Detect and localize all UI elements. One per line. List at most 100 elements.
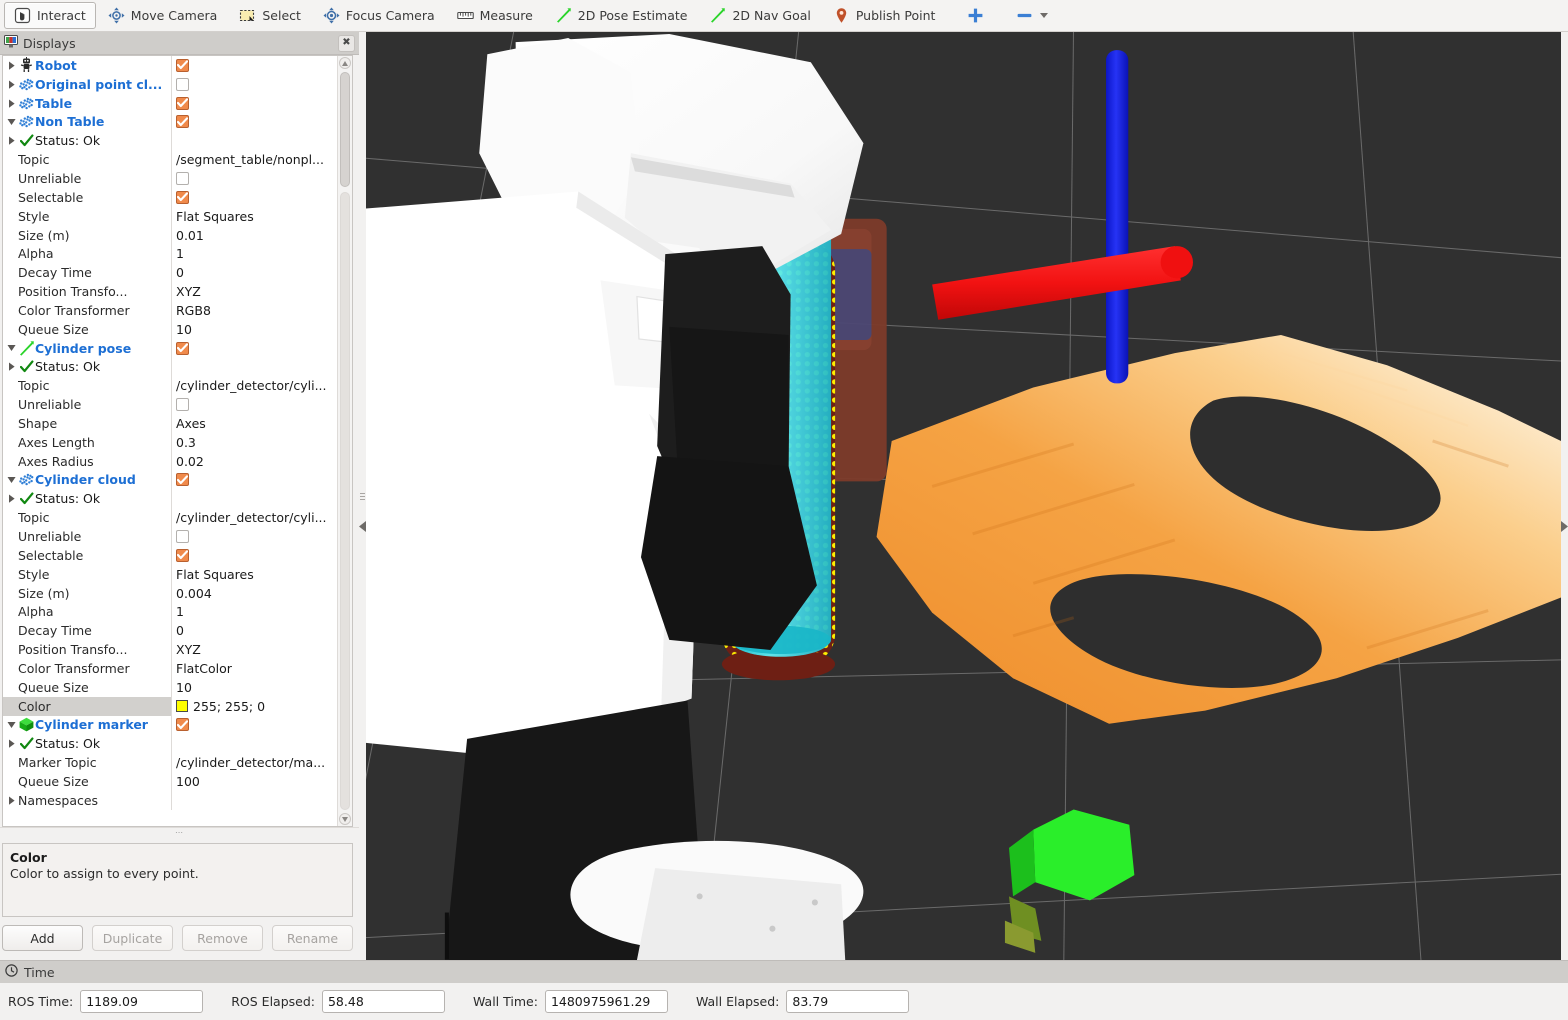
chevron-right-icon[interactable] bbox=[5, 136, 18, 145]
displays-tree-scrollbar[interactable] bbox=[337, 56, 352, 826]
tree-row-value[interactable]: 10 bbox=[171, 677, 337, 697]
tree-row-value[interactable]: XYZ bbox=[171, 640, 337, 659]
tree-row-value[interactable] bbox=[171, 545, 337, 565]
tree-row-size-m[interactable]: Size (m) 0.01 bbox=[3, 225, 337, 245]
chevron-right-icon[interactable] bbox=[5, 80, 18, 89]
time-field-input-wall-elapsed[interactable] bbox=[786, 990, 910, 1013]
toolbar-button-2d-nav-goal[interactable]: 2D Nav Goal bbox=[699, 2, 820, 29]
tree-row-selectable[interactable]: Selectable bbox=[3, 545, 337, 565]
checkbox-unreliable[interactable] bbox=[176, 530, 189, 544]
scrollbar-track-lower[interactable] bbox=[340, 192, 350, 810]
checkbox-selectable[interactable] bbox=[176, 548, 189, 562]
toolbar-button-publish-point[interactable]: Publish Point bbox=[823, 2, 946, 29]
checkbox-selectable[interactable] bbox=[176, 190, 189, 204]
chevron-right-icon[interactable] bbox=[5, 61, 18, 70]
tree-row-value[interactable]: XYZ bbox=[171, 282, 337, 301]
chevron-right-icon[interactable] bbox=[5, 99, 18, 108]
tree-row-namespaces[interactable]: Namespaces bbox=[3, 790, 337, 810]
tree-row-value[interactable]: 0 bbox=[171, 263, 337, 283]
tree-row-value[interactable]: 0.01 bbox=[171, 225, 337, 245]
tree-row-status-ok[interactable]: Status: Ok bbox=[3, 489, 337, 509]
color-swatch[interactable] bbox=[176, 700, 188, 713]
checkbox-table[interactable] bbox=[176, 96, 189, 110]
tree-row-value[interactable]: /cylinder_detector/cyli... bbox=[171, 376, 337, 396]
displays-tree[interactable]: Robot Original point cl... Table Non Table S… bbox=[3, 56, 337, 826]
tree-row-value[interactable]: 1 bbox=[171, 602, 337, 622]
tree-row-value[interactable]: /cylinder_detector/cyli... bbox=[171, 508, 337, 528]
tree-row-queue-size[interactable]: Queue Size 10 bbox=[3, 319, 337, 339]
tree-row-cylinder-pose[interactable]: Cylinder pose bbox=[3, 338, 337, 358]
tree-row-style[interactable]: Style Flat Squares bbox=[3, 564, 337, 584]
tree-row-alpha[interactable]: Alpha 1 bbox=[3, 244, 337, 264]
tree-row-marker-topic[interactable]: Marker Topic/cylinder_detector/ma... bbox=[3, 753, 337, 773]
tree-row-value[interactable]: Flat Squares bbox=[171, 564, 337, 584]
tree-row-value[interactable] bbox=[171, 527, 337, 546]
add-button[interactable]: Add bbox=[2, 925, 83, 951]
tree-row-value[interactable]: 100 bbox=[171, 772, 337, 791]
tree-row-value[interactable]: Flat Squares bbox=[171, 206, 337, 226]
toolbar-button-2d-pose-estimate[interactable]: 2D Pose Estimate bbox=[545, 2, 698, 29]
tree-row-value[interactable]: FlatColor bbox=[171, 659, 337, 678]
tree-row-value[interactable]: 0.02 bbox=[171, 451, 337, 471]
chevron-right-icon[interactable] bbox=[5, 362, 18, 372]
displays-tree-hscroll[interactable]: ⋯ bbox=[0, 827, 359, 837]
checkbox-non-table[interactable] bbox=[176, 115, 189, 129]
tree-row-position-transfo[interactable]: Position Transfo... XYZ bbox=[3, 282, 337, 301]
tree-row-value[interactable] bbox=[171, 470, 337, 490]
tree-row-size-m[interactable]: Size (m) 0.004 bbox=[3, 583, 337, 603]
tree-row-selectable[interactable]: Selectable bbox=[3, 187, 337, 207]
close-icon[interactable]: ✖ bbox=[338, 34, 355, 52]
tree-row-color-transformer[interactable]: Color Transformer FlatColor bbox=[3, 659, 337, 678]
tree-row-value[interactable]: 0 bbox=[171, 621, 337, 641]
triangle-right-icon[interactable] bbox=[1561, 520, 1568, 535]
scroll-up-icon[interactable] bbox=[339, 57, 351, 69]
toolbar-button-move-camera[interactable]: Move Camera bbox=[98, 2, 228, 29]
tree-row-queue-size[interactable]: Queue Size 10 bbox=[3, 677, 337, 697]
tree-row-color[interactable]: Color 255; 255; 0 bbox=[3, 696, 337, 716]
tree-row-non-table[interactable]: Non Table bbox=[3, 112, 337, 132]
chevron-down-icon[interactable] bbox=[5, 344, 18, 352]
tree-row-value[interactable]: RGB8 bbox=[171, 300, 337, 320]
tree-row-table[interactable]: Table bbox=[3, 93, 337, 113]
tree-row-queue-size[interactable]: Queue Size 100 bbox=[3, 772, 337, 791]
checkbox-unreliable[interactable] bbox=[176, 398, 189, 412]
checkbox-original-point-cl[interactable] bbox=[176, 77, 189, 91]
toolbar-button-focus-camera[interactable]: Focus Camera bbox=[313, 2, 445, 29]
checkbox-cylinder-cloud[interactable] bbox=[176, 473, 189, 487]
tree-row-value[interactable]: /cylinder_detector/ma... bbox=[171, 753, 337, 773]
chevron-right-icon[interactable] bbox=[5, 494, 18, 504]
tree-row-value[interactable] bbox=[171, 169, 337, 188]
time-field-input-ros-elapsed[interactable] bbox=[321, 990, 445, 1013]
tree-row-value[interactable]: 0.004 bbox=[171, 583, 337, 603]
panel-splitter[interactable] bbox=[359, 32, 366, 960]
tree-row-status-ok[interactable]: Status: Ok bbox=[3, 734, 337, 754]
tree-row-value[interactable]: 1 bbox=[171, 244, 337, 264]
tree-row-topic[interactable]: Topic/cylinder_detector/cyli... bbox=[3, 376, 337, 396]
checkbox-robot[interactable] bbox=[176, 58, 189, 72]
add-tool-button[interactable] bbox=[957, 2, 994, 29]
tree-row-unreliable[interactable]: Unreliable bbox=[3, 527, 337, 546]
tree-row-status-ok[interactable]: Status: Ok bbox=[3, 131, 337, 151]
checkbox-cylinder-marker[interactable] bbox=[176, 718, 189, 732]
chevron-down-icon[interactable] bbox=[5, 476, 18, 484]
chevron-right-icon[interactable] bbox=[5, 739, 18, 748]
tree-row-decay-time[interactable]: Decay Time 0 bbox=[3, 621, 337, 641]
tree-row-axes-radius[interactable]: Axes Radius 0.02 bbox=[3, 451, 337, 471]
toolbar-button-select[interactable]: Select bbox=[229, 2, 311, 29]
tree-row-cylinder-cloud[interactable]: Cylinder cloud bbox=[3, 470, 337, 490]
right-splitter[interactable] bbox=[1561, 32, 1568, 960]
tree-row-value[interactable] bbox=[171, 56, 337, 75]
tree-row-topic[interactable]: Topic/cylinder_detector/cyli... bbox=[3, 508, 337, 528]
tree-row-style[interactable]: Style Flat Squares bbox=[3, 206, 337, 226]
tree-row-value[interactable] bbox=[171, 93, 337, 113]
checkbox-cylinder-pose[interactable] bbox=[176, 341, 189, 355]
tree-row-value[interactable] bbox=[171, 112, 337, 132]
tree-row-value[interactable] bbox=[171, 338, 337, 358]
tree-row-topic[interactable]: Topic/segment_table/nonpl... bbox=[3, 150, 337, 170]
tree-row-value[interactable]: 10 bbox=[171, 319, 337, 339]
tree-row-value[interactable] bbox=[171, 715, 337, 735]
tree-row-value[interactable] bbox=[171, 187, 337, 207]
tree-row-value[interactable]: Axes bbox=[171, 414, 337, 433]
tree-row-status-ok[interactable]: Status: Ok bbox=[3, 357, 337, 377]
time-field-input-ros-time[interactable] bbox=[80, 990, 204, 1013]
